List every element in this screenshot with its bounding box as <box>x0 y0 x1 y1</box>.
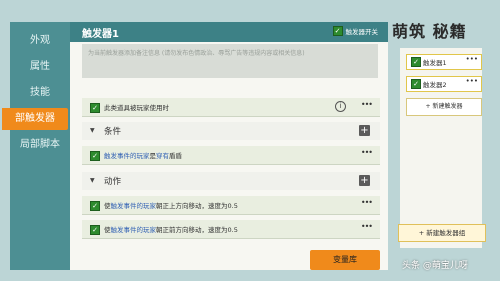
sidebar-item-attributes[interactable]: 属性 <box>10 56 70 78</box>
add-condition-button[interactable]: + <box>359 125 370 136</box>
check-icon[interactable]: ✓ <box>90 225 100 235</box>
sidebar-item-appearance[interactable]: 外观 <box>10 30 70 52</box>
trigger-toggle[interactable]: ✓ 触发器开关 <box>332 26 378 36</box>
trigger-editor-panel: 触发器1 ✓ 触发器开关 为当前触发器添加备注信息 (请勿发布色情政治、辱骂广告… <box>70 22 388 270</box>
action-text: 使触发事件的玩家朝正上方向移动，速度为0.5 <box>104 202 238 210</box>
more-icon[interactable]: ••• <box>361 148 373 157</box>
more-icon[interactable]: ••• <box>466 55 478 63</box>
new-trigger-button[interactable]: + 新建触发器 <box>406 98 482 116</box>
sidebar-item-scripts[interactable]: 局部脚本 <box>10 134 70 156</box>
more-icon[interactable]: ••• <box>361 198 373 207</box>
action-row[interactable]: ✓ 使触发事件的玩家朝正上方向移动，速度为0.5 ••• <box>82 196 380 215</box>
panel-titlebar: 触发器1 ✓ 触发器开关 <box>70 22 388 42</box>
watermark-logo: 萌筑 秘籍 <box>392 22 467 41</box>
event-text: 此类道具被玩家使用时 <box>104 104 169 112</box>
check-icon[interactable]: ✓ <box>411 57 421 67</box>
check-icon[interactable]: ✓ <box>332 26 343 36</box>
trigger-list-item[interactable]: ✓ 触发器2 ••• <box>406 76 482 92</box>
check-icon[interactable]: ✓ <box>90 201 100 211</box>
more-icon[interactable]: ••• <box>361 222 373 231</box>
action-row[interactable]: ✓ 使触发事件的玩家朝正前方向移动，速度为0.5 ••• <box>82 220 380 239</box>
new-trigger-group-button[interactable]: + 新建触发器组 <box>398 224 486 242</box>
sidebar: 外观 属性 技能 部触发器 局部脚本 <box>2 22 70 270</box>
event-row[interactable]: ✓ 此类道具被玩家使用时 i ••• <box>82 98 380 117</box>
action-text: 使触发事件的玩家朝正前方向移动，速度为0.5 <box>104 226 238 234</box>
trigger-list-item[interactable]: ✓ 触发器1 ••• <box>406 54 482 70</box>
more-icon[interactable]: ••• <box>361 100 373 109</box>
sidebar-item-skills[interactable]: 技能 <box>10 82 70 104</box>
section-actions[interactable]: ▼ 动作 + <box>82 172 380 190</box>
check-icon[interactable]: ✓ <box>90 151 100 161</box>
info-icon[interactable]: i <box>335 101 346 112</box>
trigger-title[interactable]: 触发器1 <box>82 25 119 40</box>
section-conditions[interactable]: ▼ 条件 + <box>82 122 380 140</box>
condition-row[interactable]: ✓ 触发事件的玩家是穿有盾盾 ••• <box>82 146 380 165</box>
note-field[interactable]: 为当前触发器添加备注信息 (请勿发布色情政治、辱骂广告等违规内容或相关信息) <box>82 44 378 78</box>
condition-text: 触发事件的玩家是穿有盾盾 <box>104 152 182 160</box>
variable-library-button[interactable]: 变量库 <box>310 250 380 270</box>
check-icon[interactable]: ✓ <box>90 103 100 113</box>
watermark-credit: 头条 @萌宝儿呀 <box>402 261 468 271</box>
collapse-arrow-icon[interactable]: ▼ <box>90 177 95 184</box>
more-icon[interactable]: ••• <box>466 77 478 85</box>
add-action-button[interactable]: + <box>359 175 370 186</box>
editor-frame: 外观 属性 技能 部触发器 局部脚本 触发器1 ✓ 触发器开关 为当前触发器添加… <box>0 0 500 281</box>
check-icon[interactable]: ✓ <box>411 79 421 89</box>
trigger-list-panel: ✓ 触发器1 ••• ✓ 触发器2 ••• + 新建触发器 <box>400 48 482 248</box>
collapse-arrow-icon[interactable]: ▼ <box>90 127 95 134</box>
sidebar-item-triggers[interactable]: 部触发器 <box>2 108 68 130</box>
